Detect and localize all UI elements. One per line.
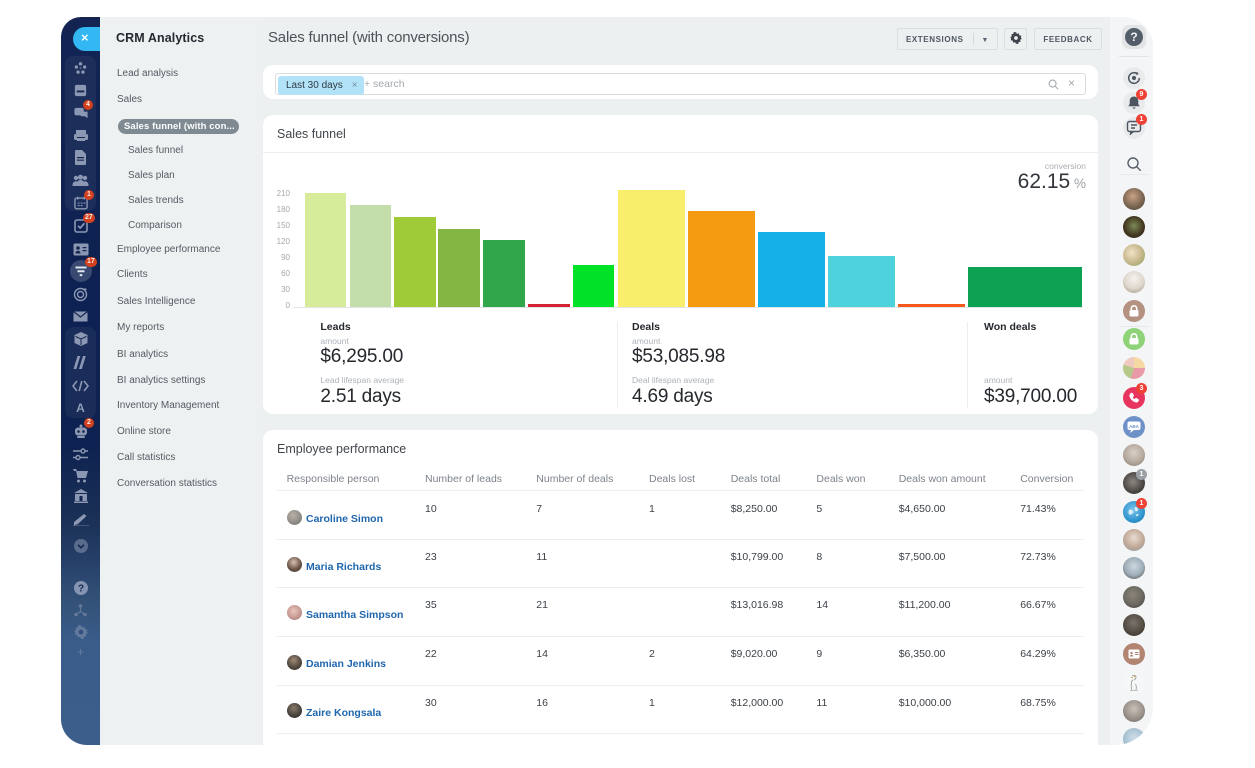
svg-text:ABA: ABA bbox=[1129, 424, 1139, 429]
svg-text:?: ? bbox=[77, 583, 83, 594]
